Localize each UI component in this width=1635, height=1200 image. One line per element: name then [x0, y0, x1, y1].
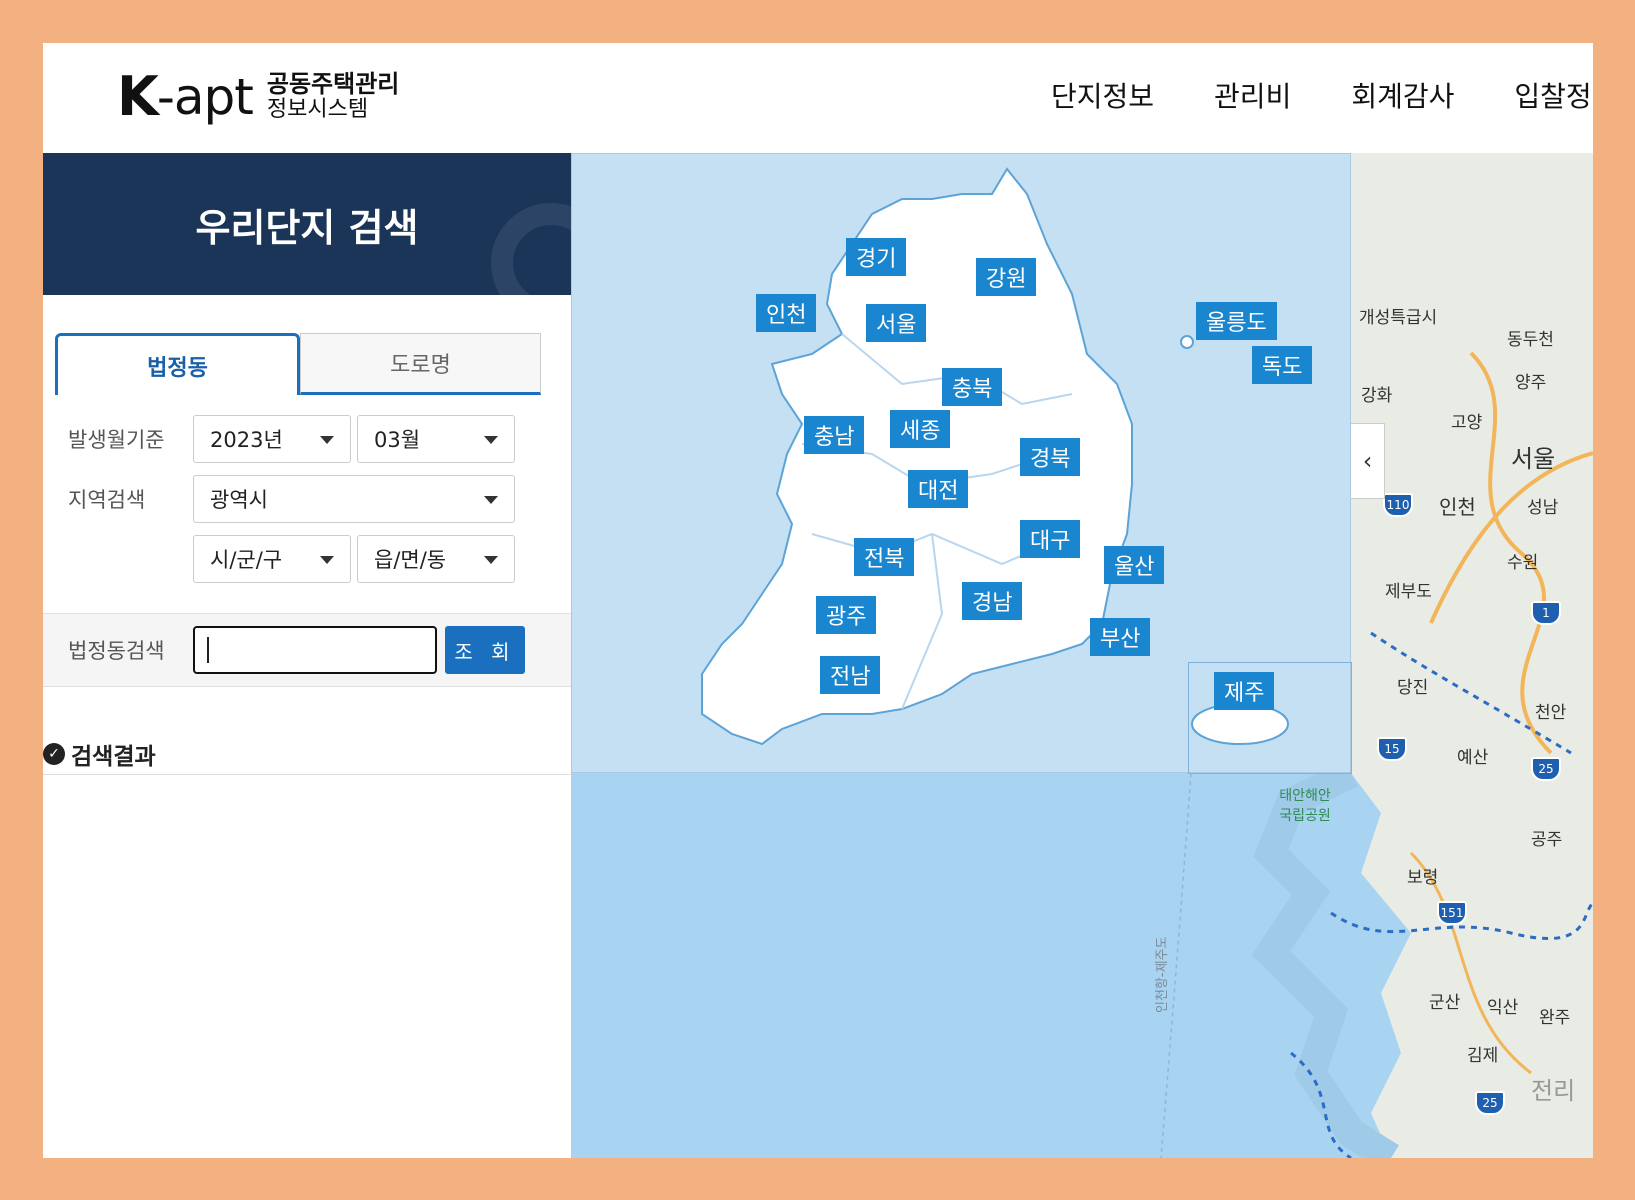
- search-panel: 우리단지 검색 법정동 도로명 발생월기준 2023년 03월 지역검색 광역시…: [43, 153, 571, 1158]
- region-gyeonggi[interactable]: 경기: [846, 238, 907, 276]
- legal-dong-search-input[interactable]: [193, 626, 437, 674]
- search-results-title: 검색결과: [71, 743, 156, 770]
- route-shield-110: 110: [1383, 493, 1413, 517]
- map-area[interactable]: 개성특급시 동두천 양주 강화 고양 서울 인천 성남 수원 제부도 당진 천안…: [571, 153, 1593, 1158]
- district-select[interactable]: 시/군/구: [193, 535, 351, 583]
- check-circle-icon: ✓: [43, 742, 65, 765]
- search-results-heading: ✓ 검색결과: [43, 733, 571, 775]
- year-value: 2023년: [210, 428, 283, 452]
- tab-legal-dong[interactable]: 법정동: [55, 333, 300, 395]
- browser-frame: K -apt 공동주택관리 정보시스템 단지정보 관리비 회계감사 입찰정 우리…: [43, 43, 1593, 1158]
- panel-header: 우리단지 검색: [43, 153, 571, 295]
- text-caret: [207, 637, 209, 663]
- region-incheon[interactable]: 인천: [756, 294, 817, 332]
- place-gunsan: 군산: [1429, 993, 1461, 1013]
- place-cheonan: 천안: [1535, 703, 1567, 723]
- place-wanju: 완주: [1539, 1008, 1571, 1028]
- place-gaeseong: 개성특급시: [1359, 308, 1438, 328]
- legal-dong-search-label: 법정동검색: [68, 639, 165, 663]
- region-jeju[interactable]: 제주: [1214, 672, 1275, 710]
- place-jebudo: 제부도: [1385, 582, 1432, 602]
- region-sejong[interactable]: 세종: [890, 410, 951, 448]
- site-header: K -apt 공동주택관리 정보시스템 단지정보 관리비 회계감사 입찰정: [43, 43, 1593, 153]
- place-dongducheon: 동두천: [1507, 330, 1554, 350]
- period-label: 발생월기준: [68, 428, 165, 452]
- region-gangwon[interactable]: 강원: [976, 258, 1037, 296]
- logo-subtitle-line2: 정보시스템: [266, 96, 369, 122]
- region-busan[interactable]: 부산: [1090, 618, 1151, 656]
- place-jeolla: 전리: [1531, 1077, 1576, 1105]
- place-boryeong: 보령: [1407, 868, 1439, 888]
- place-dangjin: 당진: [1397, 678, 1429, 698]
- region-ulsan[interactable]: 울산: [1104, 546, 1165, 584]
- region-gyeongbuk[interactable]: 경북: [1020, 438, 1081, 476]
- place-ganghwa: 강화: [1361, 386, 1393, 406]
- nav-complex-info[interactable]: 단지정보: [1051, 75, 1154, 115]
- logo-k: K: [117, 65, 159, 128]
- district-value: 시/군/구: [210, 548, 283, 572]
- logo-subtitle: 공동주택관리 정보시스템: [267, 71, 399, 123]
- place-incheon: 인천: [1439, 495, 1476, 519]
- place-ferry-route: 인천항-제주도: [1155, 936, 1170, 1013]
- decorative-swirl-icon: [491, 203, 571, 295]
- province-value: 광역시: [210, 488, 268, 512]
- region-jeonnam[interactable]: 전남: [820, 656, 881, 694]
- region-chungnam[interactable]: 충남: [804, 416, 865, 454]
- main-nav: 단지정보 관리비 회계감사 입찰정: [1051, 75, 1592, 115]
- month-select[interactable]: 03월: [357, 415, 515, 463]
- region-seoul[interactable]: 서울: [866, 304, 927, 342]
- place-taean-park: 태안해안 국립공원: [1279, 788, 1331, 824]
- place-goyang: 고양: [1451, 413, 1483, 433]
- place-iksan: 익산: [1487, 998, 1519, 1018]
- place-gongju: 공주: [1531, 830, 1563, 850]
- region-overlay-map: 경기 강원 인천 서울 울릉도 독도 충북 충남 세종 경북 대전 대구 전북 …: [571, 153, 1352, 774]
- logo-apt: -apt: [156, 67, 254, 126]
- period-row: 발생월기준 2023년 03월: [43, 415, 571, 463]
- region-daejeon[interactable]: 대전: [908, 470, 969, 508]
- province-select[interactable]: 광역시: [193, 475, 515, 523]
- tab-road-name[interactable]: 도로명: [300, 333, 541, 395]
- region-row: 지역검색 광역시: [43, 475, 571, 523]
- region-jeonbuk[interactable]: 전북: [854, 538, 915, 576]
- place-yangju: 양주: [1515, 373, 1547, 393]
- route-shield-1: 1: [1531, 601, 1561, 625]
- panel-title: 우리단지 검색: [195, 205, 419, 250]
- town-value: 읍/면/동: [374, 548, 447, 572]
- month-value: 03월: [374, 428, 421, 452]
- search-button[interactable]: 조 회: [445, 626, 525, 674]
- region-daegu[interactable]: 대구: [1020, 520, 1081, 558]
- region-label: 지역검색: [68, 488, 146, 512]
- chevron-left-icon[interactable]: ‹: [1351, 423, 1385, 499]
- nav-bidding[interactable]: 입찰정: [1514, 75, 1591, 115]
- route-shield-25: 25: [1531, 757, 1561, 781]
- year-select[interactable]: 2023년: [193, 415, 351, 463]
- kapt-logo[interactable]: K -apt 공동주택관리 정보시스템: [117, 65, 399, 128]
- nav-audit[interactable]: 회계감사: [1351, 75, 1454, 115]
- region-dokdo[interactable]: 독도: [1252, 346, 1313, 384]
- logo-subtitle-line1: 공동주택관리: [266, 69, 400, 98]
- region-chungbuk[interactable]: 충북: [942, 368, 1003, 406]
- region-gyeongnam[interactable]: 경남: [962, 582, 1023, 620]
- route-shield-151: 151: [1437, 901, 1467, 925]
- place-gimje: 김제: [1467, 1046, 1499, 1066]
- town-select[interactable]: 읍/면/동: [357, 535, 515, 583]
- region-gwangju[interactable]: 광주: [816, 596, 877, 634]
- place-suwon: 수원: [1507, 553, 1539, 573]
- place-yesan: 예산: [1457, 748, 1489, 768]
- route-shield-15: 15: [1377, 737, 1407, 761]
- nav-management-fee[interactable]: 관리비: [1214, 75, 1291, 115]
- place-seoul: 서울: [1511, 445, 1556, 473]
- place-seongnam: 성남: [1527, 498, 1559, 518]
- search-tabs: 법정동 도로명: [55, 333, 541, 395]
- route-shield-25-south: 25: [1475, 1091, 1505, 1115]
- region-ulleungdo[interactable]: 울릉도: [1196, 302, 1277, 340]
- district-row: 시/군/구 읍/면/동: [43, 535, 571, 583]
- legal-dong-search-row: 법정동검색 조 회: [43, 613, 571, 687]
